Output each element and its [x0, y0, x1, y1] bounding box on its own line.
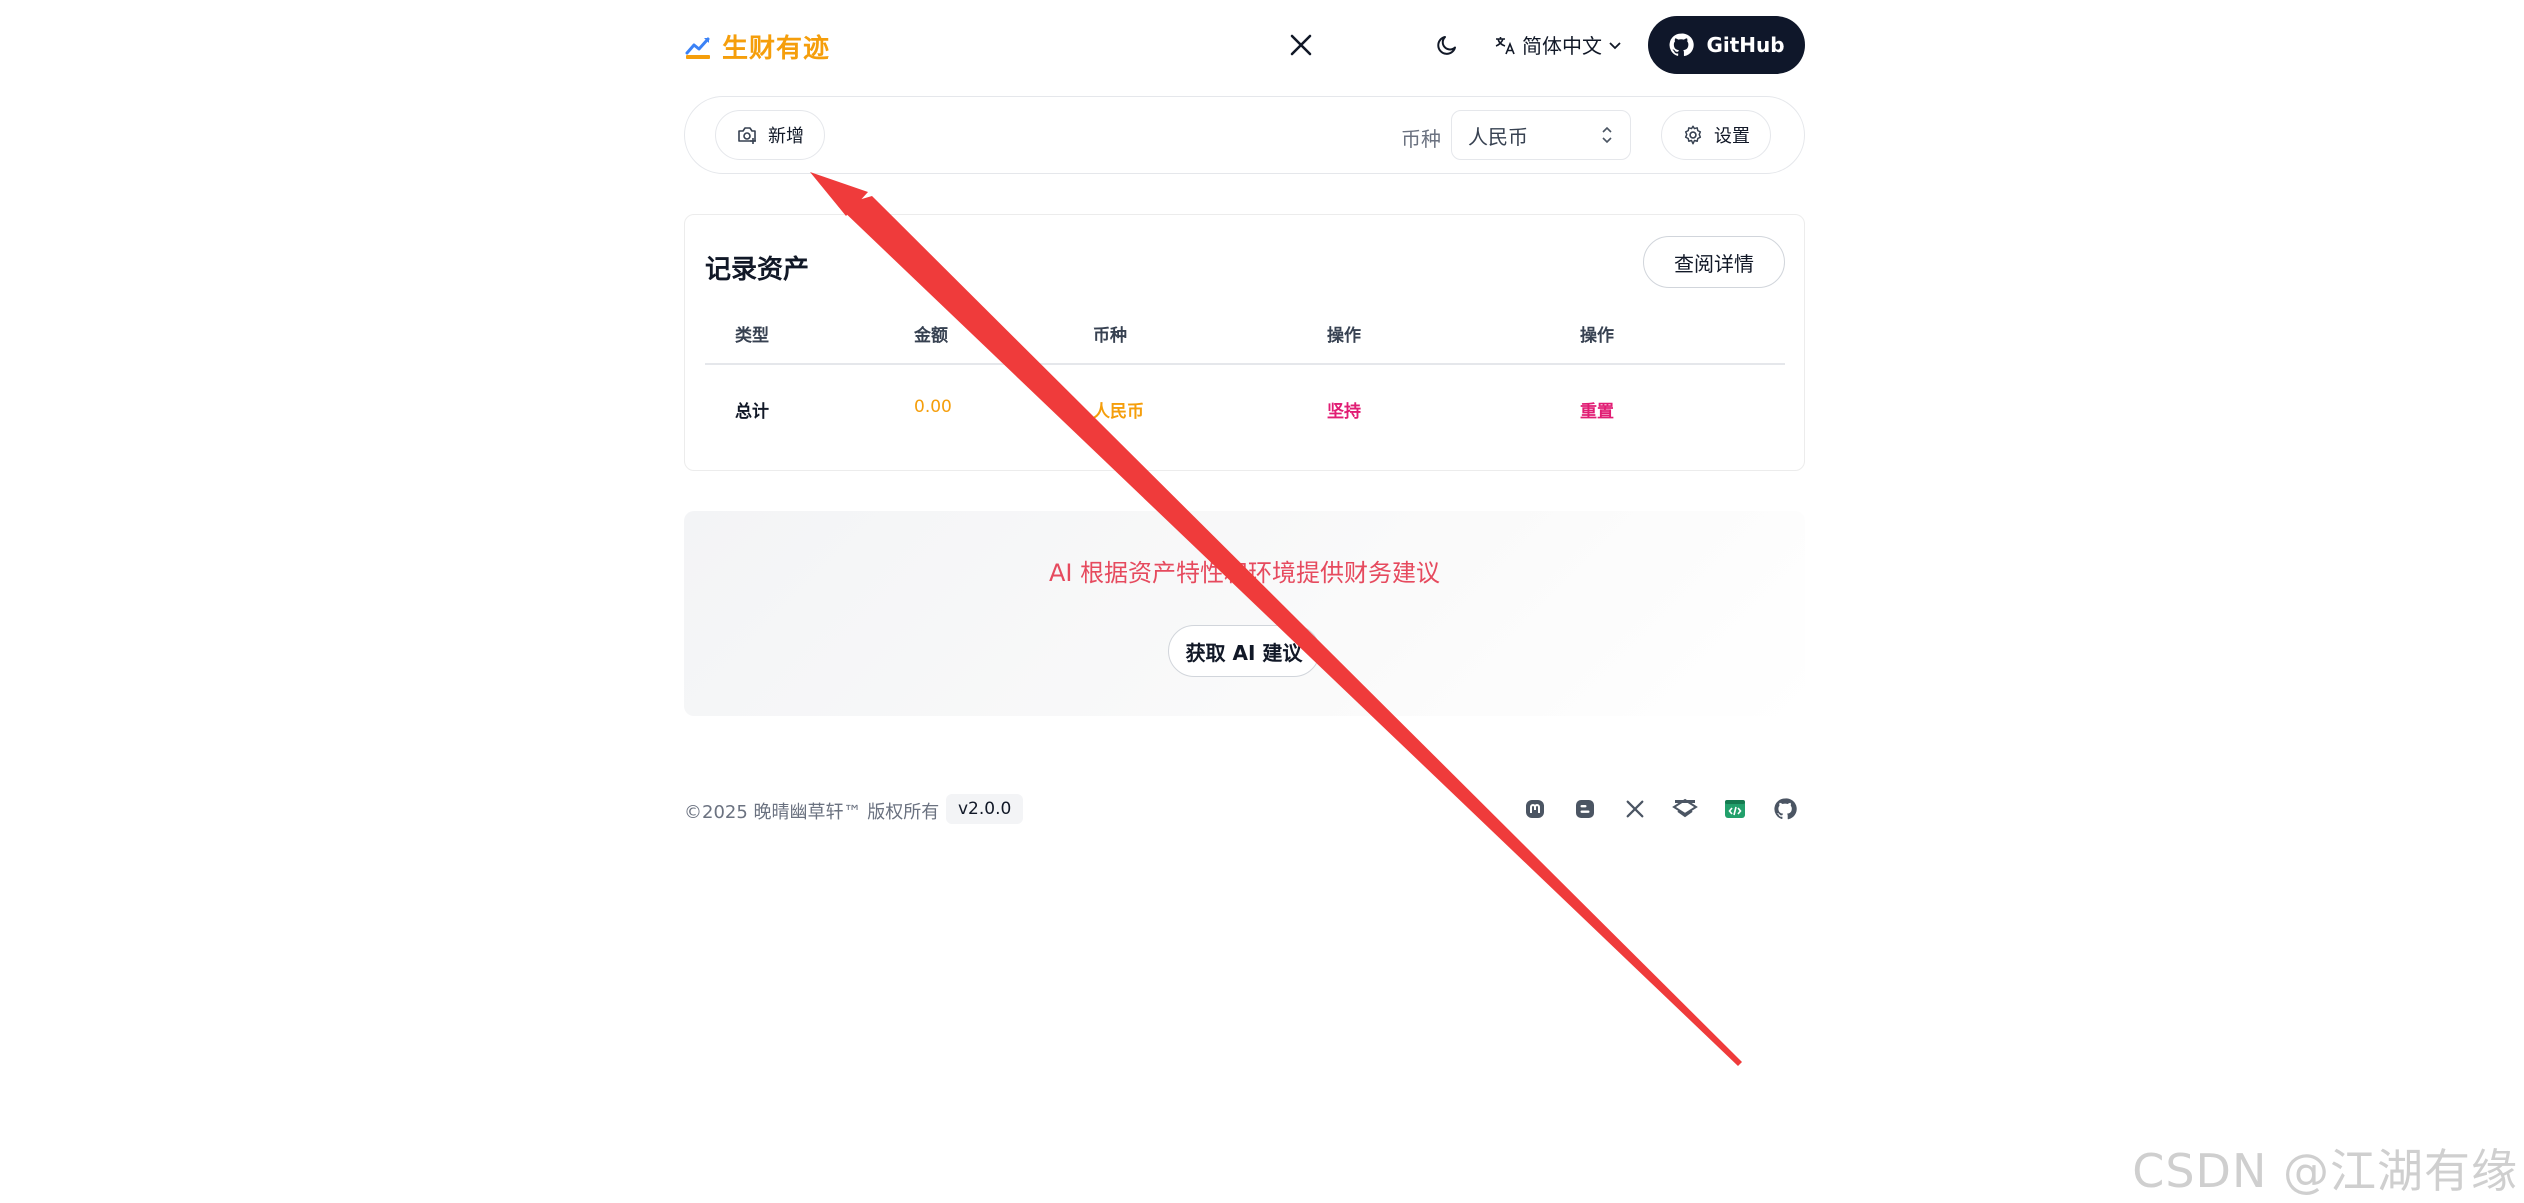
get-ai-advice-button[interactable]: 获取 AI 建议 [1168, 625, 1320, 677]
view-details-button[interactable]: 查阅详情 [1643, 236, 1785, 288]
csdn-watermark: CSDN @江湖有缘 [2132, 1144, 2518, 1198]
settings-button[interactable]: 设置 [1661, 110, 1771, 160]
ai-suggestion-panel: AI 根据资产特性和环境提供财务建议 获取 AI 建议 [684, 511, 1805, 716]
x-icon[interactable] [1620, 794, 1650, 824]
blogger-icon[interactable] [1570, 794, 1600, 824]
github-label: GitHub [1706, 33, 1785, 57]
column-header-currency: 币种 [1093, 326, 1127, 346]
chevron-down-icon [1609, 41, 1621, 49]
settings-label: 设置 [1714, 126, 1750, 147]
add-label: 新增 [768, 126, 804, 147]
column-header-type: 类型 [735, 326, 769, 346]
moon-icon[interactable] [1432, 30, 1462, 60]
column-header-action-2: 操作 [1580, 326, 1614, 346]
app-container: 生财有迹 简体中文 GitHub 新增 币种 人民币 设置 记录资产 查阅详情 … [684, 0, 1805, 1203]
github-icon [1669, 33, 1695, 57]
reset-action[interactable]: 重置 [1580, 397, 1614, 422]
header: 生财有迹 简体中文 GitHub [684, 16, 1805, 74]
language-selector[interactable]: 简体中文 [1494, 30, 1622, 59]
currency-label: 币种 [1401, 127, 1441, 151]
brand[interactable]: 生财有迹 [684, 28, 830, 65]
camera-plus-icon [738, 127, 756, 144]
card-title: 记录资产 [705, 255, 810, 285]
version-badge: v2.0.0 [946, 794, 1024, 824]
ai-description: AI 根据资产特性和环境提供财务建议 [1048, 559, 1441, 587]
column-header-amount: 金额 [914, 326, 948, 346]
currency-value: 人民币 [1468, 124, 1528, 149]
translate-icon [1495, 36, 1515, 54]
brand-name: 生财有迹 [722, 34, 831, 64]
github-footer-icon[interactable] [1770, 794, 1800, 824]
github-button[interactable]: GitHub [1648, 16, 1805, 74]
chevron-up-down-icon [1602, 126, 1612, 144]
copyright-text: ©2025 晚晴幽草轩™ 版权所有 [684, 802, 940, 823]
persist-action[interactable]: 坚持 [1327, 397, 1361, 422]
row-amount: 0.00 [914, 397, 952, 417]
code-icon[interactable] [1720, 794, 1750, 824]
gear-icon [1684, 125, 1702, 145]
row-type: 总计 [735, 402, 769, 422]
assets-card: 记录资产 查阅详情 类型 金额 币种 操作 操作 总计 0.00 人民币 坚持 … [684, 214, 1805, 471]
mastodon-icon[interactable] [1520, 794, 1550, 824]
column-header-action: 操作 [1327, 326, 1361, 346]
table-divider [705, 363, 1785, 365]
chart-logo-icon [685, 37, 710, 59]
currency-select[interactable]: 人民币 [1451, 110, 1631, 160]
add-button[interactable]: 新增 [715, 110, 825, 160]
juejin-icon[interactable] [1670, 794, 1700, 824]
row-currency: 人民币 [1093, 402, 1144, 422]
language-label: 简体中文 [1522, 34, 1602, 58]
toolbar: 新增 币种 人民币 设置 [684, 96, 1805, 174]
x-twitter-icon[interactable] [1286, 30, 1316, 60]
